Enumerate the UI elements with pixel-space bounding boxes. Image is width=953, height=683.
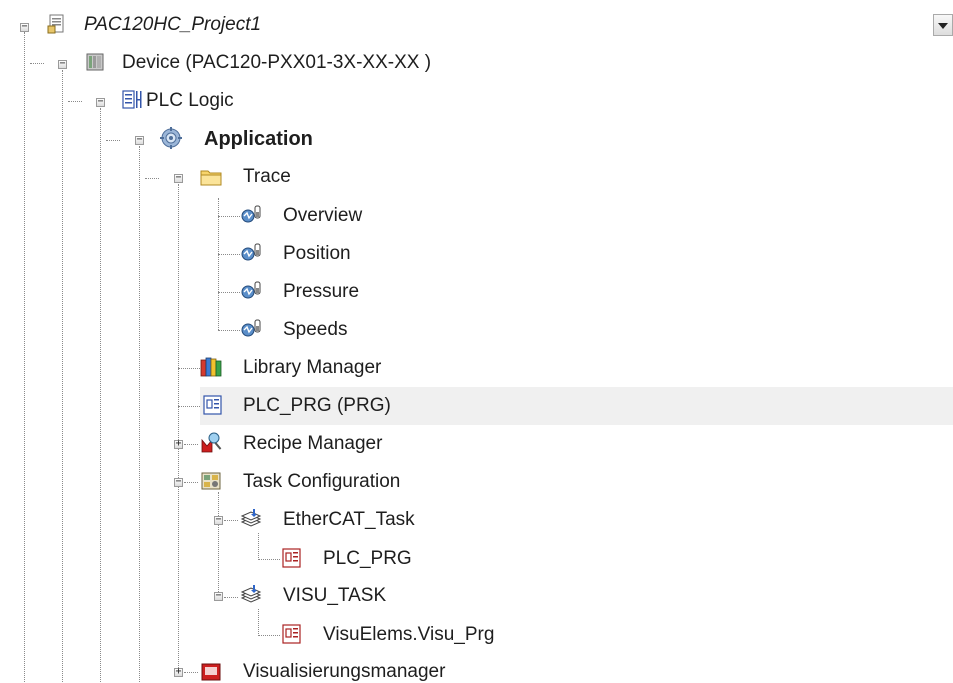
tree-item-ethercat-task[interactable]: EtherCAT_Task	[283, 509, 415, 531]
trace-icon	[241, 243, 261, 261]
tree-line	[106, 140, 120, 141]
tree-line	[218, 492, 219, 596]
tree-line	[224, 520, 238, 521]
tree-line	[258, 635, 280, 636]
tree-line	[258, 609, 259, 636]
tree-line	[145, 178, 159, 179]
tree-line	[224, 597, 238, 598]
tree-line	[218, 198, 219, 330]
tree-item-visu-prg-call[interactable]: VisuElems.Visu_Prg	[323, 624, 494, 646]
dropdown-button[interactable]	[933, 14, 953, 36]
device-tree: − PAC120HC_Project1 − Device (PAC120-PXX…	[0, 0, 953, 682]
task-icon	[240, 585, 262, 603]
application-gear-icon	[160, 127, 182, 149]
tree-item-ethercat-plc-prg-call[interactable]: PLC_PRG	[323, 548, 412, 570]
trace-icon	[241, 319, 261, 337]
tree-line	[258, 559, 280, 560]
device-icon	[86, 53, 104, 71]
folder-icon	[200, 170, 222, 186]
tree-item-recipe-manager[interactable]: Recipe Manager	[243, 433, 382, 455]
plc-logic-icon	[122, 90, 142, 109]
library-books-icon	[200, 357, 222, 377]
tree-item-plc-prg[interactable]: PLC_PRG (PRG)	[243, 395, 391, 417]
tree-item-project[interactable]: PAC120HC_Project1	[84, 14, 261, 36]
tree-item-trace-overview[interactable]: Overview	[283, 205, 362, 227]
collapse-toggle[interactable]: −	[174, 173, 183, 183]
tree-item-device[interactable]: Device (PAC120-PXX01-3X-XX-XX )	[122, 52, 431, 74]
tree-line	[258, 533, 259, 560]
tree-item-trace-pressure[interactable]: Pressure	[283, 281, 359, 303]
tree-line	[24, 32, 25, 682]
project-file-icon	[47, 14, 64, 34]
tree-item-task-configuration[interactable]: Task Configuration	[243, 471, 400, 493]
tree-line	[178, 368, 200, 369]
program-call-icon	[282, 624, 301, 644]
tree-line	[218, 330, 240, 331]
recipe-manager-icon	[201, 432, 222, 453]
tree-item-visualisierungsmanager[interactable]: Visualisierungsmanager	[243, 661, 445, 683]
collapse-toggle[interactable]: −	[135, 135, 144, 145]
tree-item-trace-position[interactable]: Position	[283, 243, 351, 265]
collapse-toggle[interactable]: −	[96, 97, 105, 107]
tree-item-plc-logic[interactable]: PLC Logic	[146, 90, 234, 112]
expand-toggle[interactable]: +	[174, 667, 183, 677]
tree-line	[184, 672, 198, 673]
collapse-toggle[interactable]: −	[58, 59, 67, 69]
tree-line	[218, 216, 240, 217]
trace-icon	[241, 205, 261, 223]
tree-line	[139, 146, 140, 682]
tree-item-visu-task[interactable]: VISU_TASK	[283, 585, 386, 607]
tree-line	[30, 63, 44, 64]
tree-line	[178, 406, 200, 407]
chevron-down-icon	[938, 23, 948, 29]
tree-line	[100, 108, 101, 682]
tree-line	[218, 254, 240, 255]
tree-line	[184, 482, 198, 483]
tree-item-trace-speeds[interactable]: Speeds	[283, 319, 347, 341]
visualization-manager-icon	[201, 663, 221, 681]
expand-toggle[interactable]: +	[174, 439, 183, 449]
collapse-toggle[interactable]: −	[174, 477, 183, 487]
tree-item-trace[interactable]: Trace	[243, 166, 291, 188]
program-pou-icon	[203, 395, 222, 415]
collapse-toggle[interactable]: −	[20, 22, 29, 32]
tree-item-application[interactable]: Application	[204, 128, 313, 150]
task-configuration-icon	[201, 472, 221, 490]
task-icon	[240, 509, 262, 527]
tree-item-library-manager[interactable]: Library Manager	[243, 357, 381, 379]
program-call-icon	[282, 548, 301, 568]
tree-line	[218, 292, 240, 293]
tree-line	[62, 70, 63, 682]
tree-line	[184, 444, 198, 445]
trace-icon	[241, 281, 261, 299]
tree-line	[68, 101, 82, 102]
tree-line	[178, 184, 179, 672]
collapse-toggle[interactable]: −	[214, 591, 223, 601]
collapse-toggle[interactable]: −	[214, 515, 223, 525]
